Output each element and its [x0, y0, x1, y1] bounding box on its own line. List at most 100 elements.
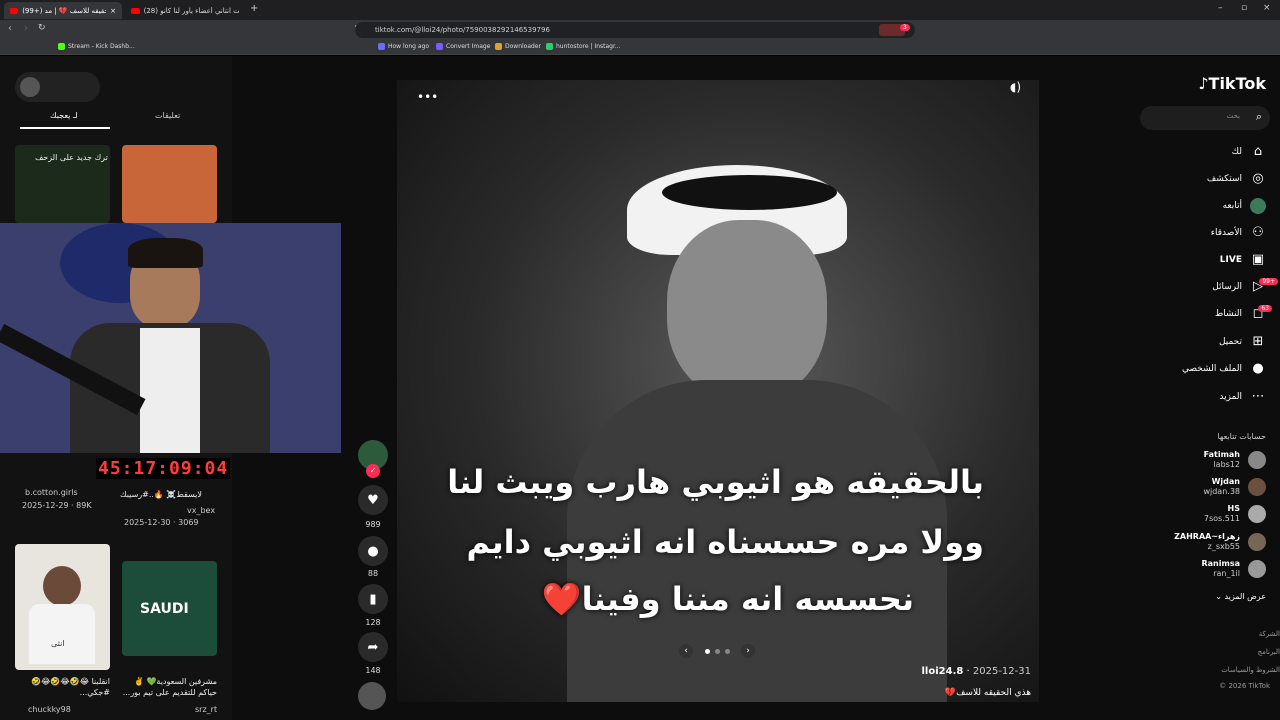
- photo-post[interactable]: ••• ◖) بالحقيقه هو اثيوبي هارب ويبث لنا …: [397, 80, 1039, 702]
- nav-label: تحميل: [1218, 336, 1242, 347]
- copyright: © 2026 TikTok: [1219, 682, 1270, 690]
- follow-plus-icon[interactable]: ✓: [366, 464, 380, 478]
- following-account[interactable]: ZAHRAA~زهراء z_sxb55: [1174, 532, 1266, 552]
- account-handle: z_sxb55: [1207, 542, 1240, 551]
- bookmarks-bar: Stream - Kick Dashb... How long ago Conv…: [0, 40, 1280, 55]
- following-account[interactable]: Fatimah labs12: [1204, 450, 1266, 470]
- next-image-icon[interactable]: ›: [741, 644, 755, 658]
- tiktok-logo[interactable]: ♪TikTok: [1198, 74, 1266, 93]
- sound-disc[interactable]: [358, 682, 386, 710]
- url-field[interactable]: tiktok.com/@lloi24/photo/759003829214653…: [355, 22, 915, 38]
- prev-image-icon[interactable]: ‹: [679, 644, 693, 658]
- streamer-shirt: [140, 328, 200, 453]
- comment-button[interactable]: ●: [358, 536, 388, 566]
- nav-label: النشاط: [1214, 308, 1242, 319]
- nav-explore[interactable]: ◎ استكشف: [1207, 171, 1266, 186]
- account-name: HS: [1227, 504, 1240, 513]
- video-views: 89K: [76, 501, 92, 510]
- avatar: [1248, 478, 1266, 496]
- avatar: [1248, 533, 1266, 551]
- tab-liked[interactable]: لـ يعجبك: [50, 111, 78, 120]
- bookmark-huntostore[interactable]: huntostore | Instagr...: [546, 43, 621, 50]
- tab-comments[interactable]: تعليقات: [155, 111, 180, 120]
- bookmark-downloader[interactable]: Downloader: [495, 43, 541, 50]
- reload-icon[interactable]: ↻: [38, 23, 46, 33]
- like-count: 989: [365, 520, 381, 529]
- following-title: حسابات تتابعها: [1217, 432, 1266, 441]
- browser-tab-bar: (99+) هذي الحقيقه للاسف 💔 | مد... × (28)…: [0, 0, 1280, 20]
- nav-friends[interactable]: ⚇ الأصدقاء: [1211, 225, 1266, 240]
- nav-label: لك: [1231, 146, 1242, 157]
- video-thumbnail[interactable]: انثى: [15, 544, 110, 670]
- account-handle: labs12: [1213, 460, 1240, 469]
- nav-profile[interactable]: ● الملف الشخصي: [1182, 361, 1266, 376]
- carousel-dot[interactable]: [725, 649, 730, 654]
- tab-active[interactable]: (99+) هذي الحقيقه للاسف 💔 | مد... ×: [4, 2, 122, 19]
- see-more-label: عرض المزيد: [1224, 592, 1266, 601]
- plus-square-icon: ⊞: [1252, 334, 1264, 349]
- video-thumbnail[interactable]: [122, 145, 217, 223]
- bookmark-convert-image[interactable]: Convert Image: [436, 43, 490, 50]
- caption-line: وولا مره حسسناه انه اثيوبي دايم: [466, 523, 984, 561]
- minimize-button[interactable]: –: [1218, 3, 1223, 13]
- footer-link[interactable]: البرنامج: [1258, 648, 1280, 656]
- carousel-dot[interactable]: [715, 649, 720, 654]
- thumbnail-text: SAUDI: [140, 601, 189, 617]
- close-window-button[interactable]: ×: [1263, 3, 1271, 13]
- streamer-hair: [128, 238, 203, 268]
- share-button[interactable]: ➦: [358, 632, 388, 662]
- compass-icon: ◎: [1252, 171, 1264, 186]
- tab-inactive[interactable]: (28) حقيقت انتاني أعضاء ياور لنا كانو ..…: [125, 2, 245, 19]
- video-author[interactable]: srz_rt: [195, 705, 217, 714]
- profile-icon: ●: [1252, 361, 1264, 376]
- following-account[interactable]: Ranimsa ran_1il: [1202, 559, 1266, 579]
- see-more-link[interactable]: عرض المزيد ⌄: [1215, 592, 1266, 601]
- video-author[interactable]: b.cotton.girls: [25, 488, 78, 497]
- more-options-icon[interactable]: •••: [417, 90, 438, 104]
- nav-more[interactable]: ⋯ المزيد: [1219, 389, 1266, 404]
- footer-link[interactable]: الشروط والسياسات: [1221, 666, 1280, 674]
- post-description: هذي الحقيقه للاسف💔: [944, 688, 1031, 698]
- post-author[interactable]: lloi24.8: [922, 666, 964, 677]
- following-account[interactable]: Wjdan wjdan.38: [1203, 477, 1266, 497]
- carousel-dot-active[interactable]: [705, 649, 710, 654]
- nav-upload[interactable]: ⊞ تحميل: [1219, 334, 1266, 349]
- profile-switch[interactable]: [15, 72, 100, 102]
- logo-text: TikTok: [1208, 74, 1266, 93]
- volume-icon[interactable]: ◖): [1010, 80, 1021, 94]
- youtube-icon: [131, 7, 140, 14]
- bookmark-label: Stream - Kick Dashb...: [68, 43, 135, 50]
- video-author[interactable]: chuckky98: [28, 705, 71, 714]
- caption-line: بالحقيقه هو اثيوبي هارب ويبث لنا: [447, 463, 984, 501]
- video-thumbnail[interactable]: SAUDI: [122, 561, 217, 656]
- account-handle: ran_1il: [1213, 569, 1240, 578]
- bookmark-how-long-ago[interactable]: How long ago: [378, 43, 429, 50]
- new-tab-button[interactable]: +: [250, 3, 258, 14]
- account-name: ZAHRAA~زهراء: [1174, 532, 1240, 541]
- video-author[interactable]: vx_bex: [187, 506, 215, 515]
- search-input[interactable]: بحث ⌕: [1140, 106, 1270, 130]
- nav-messages[interactable]: ▷ الرسائل: [1212, 279, 1266, 294]
- back-icon[interactable]: ‹: [8, 23, 12, 34]
- like-button[interactable]: ♥: [358, 485, 388, 515]
- person-image: [29, 604, 95, 664]
- video-meta: 2025-12-30 · 3069: [124, 518, 199, 527]
- bookmark-kick[interactable]: Stream - Kick Dashb...: [58, 43, 135, 50]
- forward-icon[interactable]: ›: [24, 23, 28, 34]
- tab-label: (28) حقيقت انتاني أعضاء ياور لنا كانو ..…: [143, 6, 239, 15]
- nav-following[interactable]: أتابعه: [1223, 198, 1266, 214]
- save-button[interactable]: ▮: [358, 584, 388, 614]
- share-count: 148: [365, 666, 381, 675]
- maximize-button[interactable]: ▫: [1241, 3, 1247, 13]
- nav-for-you[interactable]: ⌂ لك: [1232, 144, 1266, 159]
- video-meta: 2025-12-29 · 89K: [22, 501, 92, 510]
- close-icon[interactable]: ×: [110, 7, 116, 15]
- person-image: [43, 566, 81, 606]
- search-icon[interactable]: ⌕: [1256, 110, 1262, 124]
- nav-live[interactable]: ▣ LIVE: [1220, 252, 1266, 267]
- footer-link[interactable]: الشركة: [1259, 630, 1280, 638]
- video-thumbnail[interactable]: ترك جديد على الزحف: [15, 145, 110, 223]
- friends-icon: ⚇: [1252, 225, 1264, 240]
- following-account[interactable]: HS 7sos.511: [1204, 504, 1266, 524]
- avatar: [1248, 451, 1266, 469]
